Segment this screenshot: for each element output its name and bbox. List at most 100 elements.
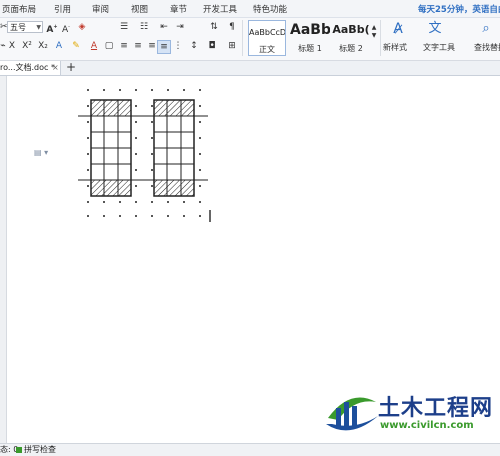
grid-dot xyxy=(199,169,201,171)
grid-dot xyxy=(199,215,201,217)
grid-dot xyxy=(199,201,201,203)
bullet-list-icon[interactable]: ☰ xyxy=(118,21,130,33)
grid-dot xyxy=(151,89,153,91)
grid-dot xyxy=(87,105,89,107)
menu-page-layout[interactable]: 页面布局 xyxy=(2,3,36,15)
grid-dot xyxy=(167,89,169,91)
subscript-icon[interactable]: X₂ xyxy=(36,40,50,52)
close-tab-icon[interactable]: × xyxy=(52,63,59,72)
new-style-icon[interactable]: A̷ xyxy=(388,20,408,38)
grid-dot xyxy=(87,201,89,203)
grid-dot xyxy=(135,215,137,217)
new-style-button[interactable]: 新样式 xyxy=(383,42,407,53)
strikethrough-icon[interactable]: X xyxy=(7,40,17,52)
distribute-icon[interactable]: ⋮ xyxy=(172,40,184,52)
watermark-logo-icon xyxy=(326,397,378,431)
scissors-icon[interactable]: ✂ xyxy=(0,21,8,33)
grid-dot xyxy=(119,215,121,217)
line-spacing-icon[interactable]: ↕ xyxy=(188,40,200,52)
grid-dot xyxy=(151,215,153,217)
shading-icon[interactable]: ◘ xyxy=(206,40,218,52)
watermark-url: www.civilcn.com xyxy=(380,420,474,431)
grid-dot xyxy=(151,137,153,139)
grid-dot xyxy=(167,201,169,203)
menu-section[interactable]: 章节 xyxy=(170,3,187,15)
grid-dot xyxy=(151,169,153,171)
grid-dot xyxy=(87,89,89,91)
grid-dot xyxy=(199,185,201,187)
style-normal-preview: AaBbCcDd xyxy=(249,28,285,37)
align-left-icon[interactable]: ≡ xyxy=(118,40,130,52)
grid-dot xyxy=(199,89,201,91)
menu-special[interactable]: 特色功能 xyxy=(253,3,287,15)
ribbon-separator xyxy=(380,20,381,56)
font-color-icon[interactable]: A xyxy=(88,40,100,52)
borders-icon[interactable]: ⊞ xyxy=(226,40,238,52)
menu-developer[interactable]: 开发工具 xyxy=(203,3,237,15)
style-heading-2[interactable]: AaBb( 标题 2 xyxy=(332,20,370,56)
superscript-icon[interactable]: X² xyxy=(20,40,34,52)
highlight-icon[interactable]: ✎ xyxy=(70,40,82,52)
shrink-font-icon[interactable]: A- xyxy=(60,21,72,36)
grid-dot xyxy=(151,105,153,107)
clear-format-icon[interactable]: ◈ xyxy=(76,21,88,33)
find-replace-icon[interactable]: ⌕ xyxy=(476,20,496,38)
promo-link[interactable]: 每天25分钟，英语自由说 xyxy=(418,3,500,15)
find-replace-button[interactable]: 查找替换 xyxy=(474,42,500,53)
grid-dot xyxy=(135,201,137,203)
grid-dot xyxy=(199,153,201,155)
grid-dot xyxy=(199,121,201,123)
grow-font-icon[interactable]: A+ xyxy=(46,21,58,36)
grid-dot xyxy=(135,169,137,171)
watermark: 土木工程网 www.civilcn.com xyxy=(320,380,500,450)
spell-check-button[interactable]: 拼写检查 xyxy=(24,444,56,456)
increase-indent-icon[interactable]: ⇥ xyxy=(174,21,186,33)
drawing-canvas xyxy=(78,89,211,222)
text-effect-icon[interactable]: A xyxy=(53,40,65,52)
menu-references[interactable]: 引用 xyxy=(54,3,71,15)
add-tab-button[interactable]: + xyxy=(66,60,76,74)
grid-dot xyxy=(87,121,89,123)
menu-view[interactable]: 视图 xyxy=(131,3,148,15)
font-size-select[interactable]: 五号 ▼ xyxy=(7,21,43,33)
document-tab-title: ro...文档.doc * xyxy=(0,63,55,72)
grid-dot xyxy=(135,153,137,155)
document-tab-bar: ro...文档.doc * × + xyxy=(0,60,500,76)
menu-bar: 页面布局 引用 审阅 视图 章节 开发工具 特色功能 每天25分钟，英语自由说 xyxy=(0,0,500,18)
style-heading-1-preview: AaBb xyxy=(290,22,330,38)
grid-dot xyxy=(151,121,153,123)
char-border-icon[interactable]: ▢ xyxy=(104,40,114,52)
justify-icon[interactable]: ≡ xyxy=(157,40,171,54)
grid-dot xyxy=(183,215,185,217)
style-normal[interactable]: AaBbCcDd 正文 xyxy=(248,20,286,56)
menu-review[interactable]: 审阅 xyxy=(92,3,109,15)
status-bar: 态: 0 拼写检查 xyxy=(0,443,500,456)
style-heading-1-label: 标题 1 xyxy=(298,44,322,53)
paragraph-layout-icon[interactable]: ▤ ▾ xyxy=(34,148,48,157)
align-center-icon[interactable]: ≡ xyxy=(132,40,144,52)
show-marks-icon[interactable]: ¶ xyxy=(226,21,238,33)
style-gallery-scroll-icon[interactable]: ▲ ▼ xyxy=(371,24,377,40)
style-heading-1[interactable]: AaBb 标题 1 xyxy=(290,20,330,56)
decrease-indent-icon[interactable]: ⇤ xyxy=(158,21,170,33)
grid-dot xyxy=(183,89,185,91)
grid-dot xyxy=(183,201,185,203)
grid-dot xyxy=(167,215,169,217)
text-tools-button[interactable]: 文字工具 xyxy=(423,42,455,53)
format-painter-icon[interactable]: ⌁ xyxy=(0,40,6,52)
grid-dot xyxy=(135,137,137,139)
chevron-down-icon: ▼ xyxy=(36,24,41,31)
font-size-value: 五号 xyxy=(10,23,26,32)
sort-icon[interactable]: ⇅ xyxy=(208,21,220,33)
numbered-list-icon[interactable]: ☷ xyxy=(138,21,150,33)
style-heading-2-preview: AaBb( xyxy=(332,23,370,36)
watermark-title: 土木工程网 xyxy=(378,396,494,421)
text-tools-icon[interactable]: 文 xyxy=(425,20,445,38)
right-table[interactable] xyxy=(153,99,195,197)
grid-dot xyxy=(135,185,137,187)
style-normal-label: 正文 xyxy=(259,45,275,54)
grid-dot xyxy=(103,215,105,217)
ribbon: ✂ 五号 ▼ A+ A- ◈ ☰ ☷ ⇤ ⇥ ⇅ ¶ ⌁ X X² X₂ A ✎… xyxy=(0,18,500,61)
style-heading-2-label: 标题 2 xyxy=(339,44,363,53)
left-table[interactable] xyxy=(90,99,132,197)
